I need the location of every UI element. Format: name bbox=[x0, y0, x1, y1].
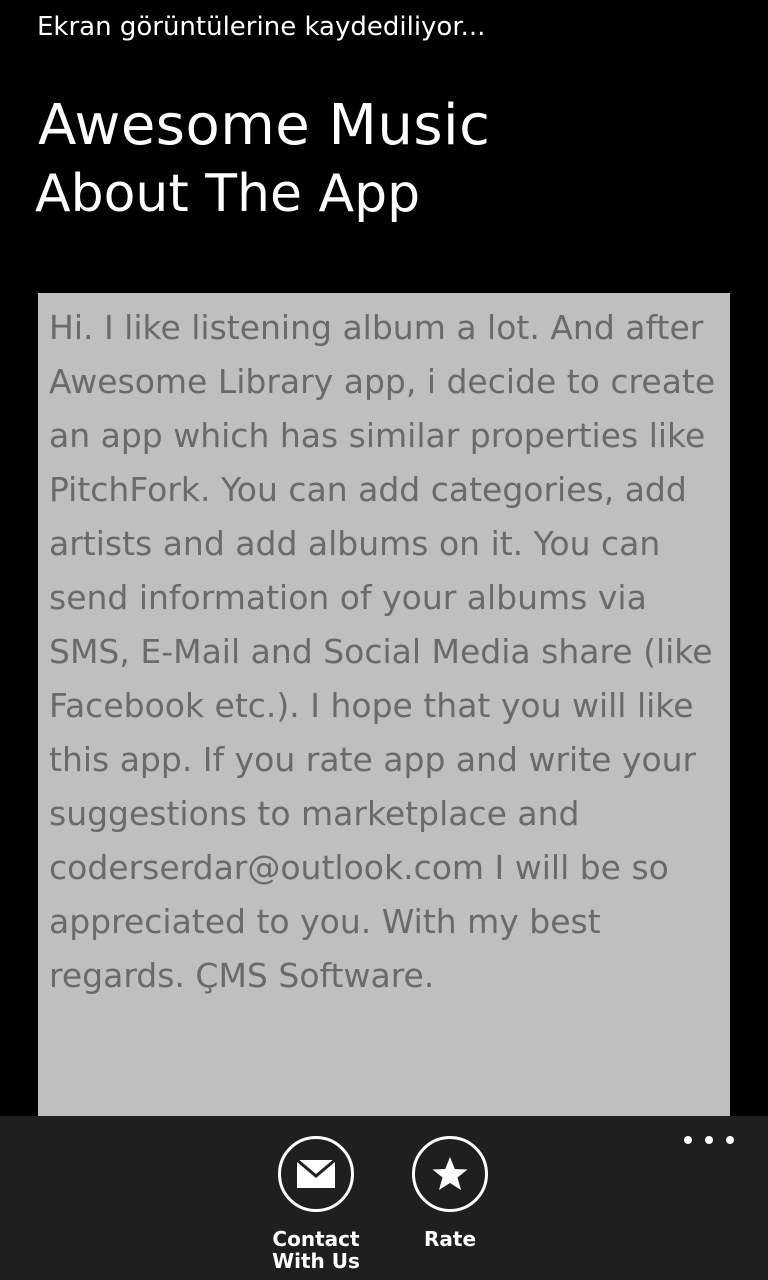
star-icon bbox=[412, 1136, 488, 1212]
about-text-box[interactable]: Hi. I like listening album a lot. And af… bbox=[38, 293, 730, 1116]
ellipsis-icon[interactable] bbox=[684, 1134, 734, 1146]
status-text: Ekran görüntülerine kaydediliyor... bbox=[37, 12, 486, 42]
application-bar: Contact With Us Rate bbox=[0, 1116, 768, 1280]
rate-label: Rate bbox=[423, 1227, 477, 1251]
app-title: Awesome Music bbox=[38, 93, 491, 158]
page-title: About The App bbox=[35, 164, 421, 224]
mail-icon bbox=[278, 1136, 354, 1212]
rate-button[interactable]: Rate bbox=[390, 1136, 510, 1250]
about-text: Hi. I like listening album a lot. And af… bbox=[49, 308, 716, 995]
contact-with-us-label: Contact With Us bbox=[272, 1227, 360, 1273]
contact-with-us-button[interactable]: Contact With Us bbox=[256, 1136, 376, 1272]
